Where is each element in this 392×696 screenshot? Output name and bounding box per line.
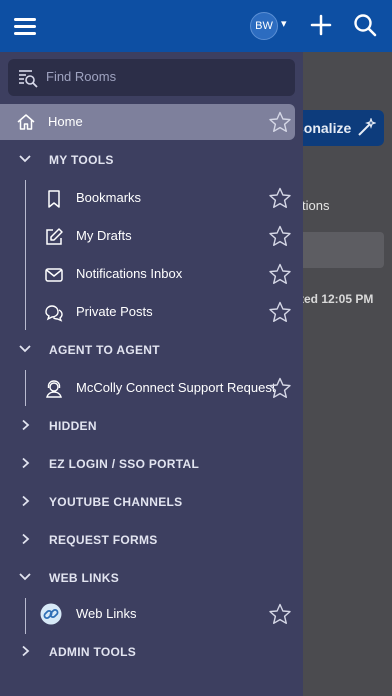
main-tab-label: tions xyxy=(302,198,330,213)
drawer-item-web-links[interactable]: Web Links xyxy=(0,596,303,632)
favorite-star-icon[interactable] xyxy=(268,187,292,209)
chevron-down-icon xyxy=(19,155,31,163)
item-label: Bookmarks xyxy=(76,190,142,205)
favorite-star-icon[interactable] xyxy=(268,111,292,133)
section-label: REQUEST FORMS xyxy=(49,533,158,547)
item-label: Notifications Inbox xyxy=(76,266,183,281)
search-placeholder: Find Rooms xyxy=(46,69,117,84)
support-agent-icon xyxy=(46,380,62,398)
home-icon xyxy=(17,114,35,130)
section-label: WEB LINKS xyxy=(49,571,120,585)
drawer-item-my-drafts[interactable]: My Drafts xyxy=(0,218,303,254)
chevron-right-icon xyxy=(22,495,30,507)
drawer-item-private-posts[interactable]: Private Posts xyxy=(0,294,303,330)
section-youtube-channels[interactable]: YOUTUBE CHANNELS xyxy=(0,484,303,520)
section-label: AGENT TO AGENT xyxy=(49,343,160,357)
chevron-down-icon xyxy=(19,573,31,581)
envelope-icon xyxy=(45,268,63,282)
favorite-star-icon[interactable] xyxy=(268,301,292,323)
chat-bubbles-icon xyxy=(45,305,63,322)
avatar[interactable]: BW xyxy=(250,12,278,40)
navigation-drawer: Find Rooms Home MY TOOLS Bookmarks My Dr… xyxy=(0,52,303,696)
section-label: HIDDEN xyxy=(49,419,97,433)
search-list-icon xyxy=(19,70,38,88)
chevron-right-icon xyxy=(22,419,30,431)
link-icon xyxy=(40,603,62,625)
item-label: Web Links xyxy=(76,606,137,621)
edit-icon xyxy=(46,228,63,245)
item-label: McColly Connect Support Request xyxy=(76,380,276,395)
chevron-right-icon xyxy=(22,533,30,545)
chevron-right-icon xyxy=(22,645,30,657)
favorite-star-icon[interactable] xyxy=(268,225,292,247)
main-strip xyxy=(290,232,384,268)
hamburger-menu-icon[interactable] xyxy=(14,14,40,38)
section-agent-to-agent[interactable]: AGENT TO AGENT xyxy=(0,332,303,368)
plus-icon[interactable] xyxy=(308,12,334,38)
drawer-item-bookmarks[interactable]: Bookmarks xyxy=(0,180,303,216)
updated-time: ted 12:05 PM xyxy=(300,292,374,306)
chevron-down-icon xyxy=(19,345,31,353)
chevron-down-icon[interactable]: ▾ xyxy=(281,17,287,30)
section-label: YOUTUBE CHANNELS xyxy=(49,495,183,509)
favorite-star-icon[interactable] xyxy=(268,603,292,625)
item-label: My Drafts xyxy=(76,228,132,243)
drawer-item-notifications-inbox[interactable]: Notifications Inbox xyxy=(0,256,303,292)
app-header: BW ▾ xyxy=(0,0,392,52)
section-web-links[interactable]: WEB LINKS xyxy=(0,560,303,596)
bookmark-icon xyxy=(48,190,60,208)
search-icon[interactable] xyxy=(352,12,378,38)
personalize-label: sonalize xyxy=(296,120,352,136)
chevron-right-icon xyxy=(22,457,30,469)
section-label: ADMIN TOOLS xyxy=(49,645,137,659)
section-my-tools[interactable]: MY TOOLS xyxy=(0,142,303,178)
section-admin-tools[interactable]: ADMIN TOOLS xyxy=(0,634,303,670)
favorite-star-icon[interactable] xyxy=(268,263,292,285)
section-request-forms[interactable]: REQUEST FORMS xyxy=(0,522,303,558)
home-label: Home xyxy=(48,114,83,129)
section-label: EZ LOGIN / SSO PORTAL xyxy=(49,457,200,471)
find-rooms-search[interactable]: Find Rooms xyxy=(8,59,295,96)
section-hidden[interactable]: HIDDEN xyxy=(0,408,303,444)
drawer-item-mccolly-support[interactable]: McColly Connect Support Request xyxy=(0,370,303,406)
section-ez-login[interactable]: EZ LOGIN / SSO PORTAL xyxy=(0,446,303,482)
drawer-item-home[interactable]: Home xyxy=(0,104,295,140)
magic-wand-icon xyxy=(358,118,376,136)
section-label: MY TOOLS xyxy=(49,153,114,167)
item-label: Private Posts xyxy=(76,304,153,319)
favorite-star-icon[interactable] xyxy=(268,377,292,399)
